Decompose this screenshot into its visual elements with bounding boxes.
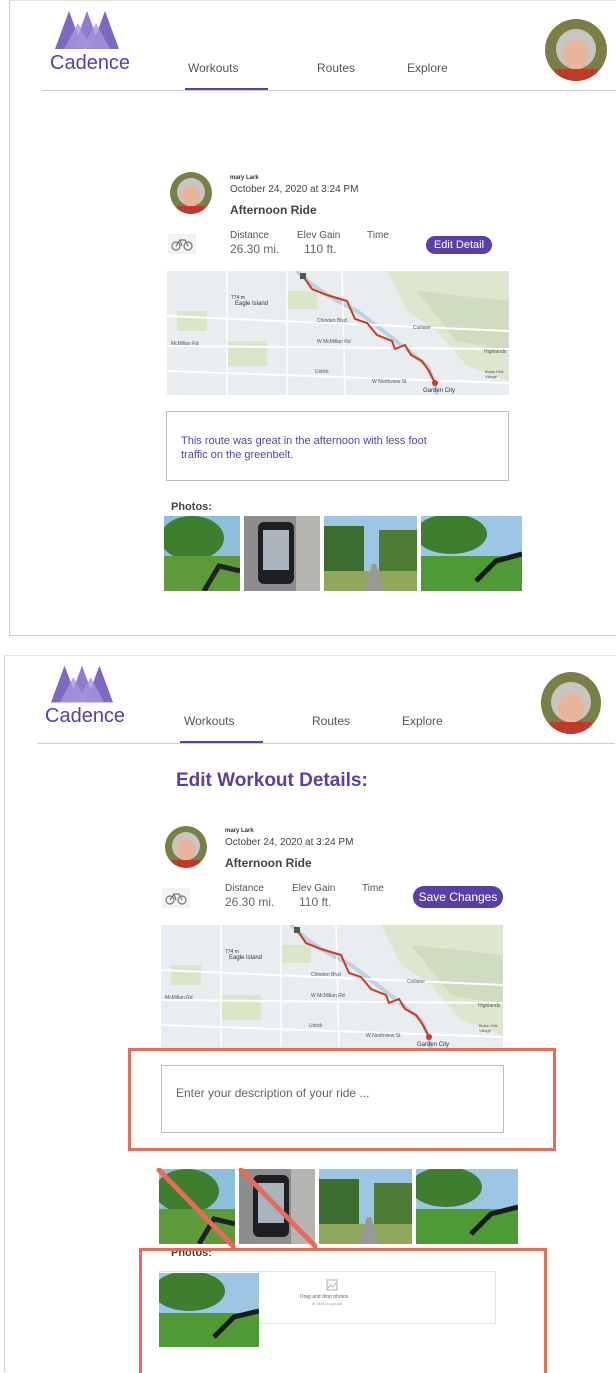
workout-date: October 24, 2020 at 3:24 PM <box>230 184 359 195</box>
upload-subtitle: or click to upload <box>312 1301 343 1306</box>
time-label: Time <box>367 230 389 241</box>
distance-value: 26.30 mi. <box>230 242 280 256</box>
brand-name[interactable]: Cadence <box>45 705 125 728</box>
map-label-boise-hills: Boise Hills Village <box>485 369 504 379</box>
map-label-garden-city: Garden City <box>423 388 456 394</box>
upload-image-icon <box>326 1279 338 1291</box>
map-label-mcmillan-left: McMillan Rd <box>165 995 193 1001</box>
author-avatar <box>170 172 212 214</box>
map-label-mcmillan: W McMillan Rd <box>311 993 345 999</box>
tab-explore[interactable]: Explore <box>407 61 448 75</box>
distance-label: Distance <box>225 883 264 894</box>
nav-divider <box>37 743 615 744</box>
page-heading: Edit Workout Details: <box>176 770 368 791</box>
photo-trail[interactable] <box>324 516 417 591</box>
elev-gain-label: Elev Gain <box>292 883 336 894</box>
tab-workouts[interactable]: Workouts <box>184 714 234 728</box>
distance-value: 26.30 mi. <box>225 895 275 909</box>
time-label: Time <box>362 883 384 894</box>
cadence-logo <box>55 11 119 49</box>
map-label-chinden: Chinden Blvd <box>317 318 347 324</box>
map-label-highlands: Highlands <box>478 1003 501 1009</box>
nav-divider <box>42 90 616 91</box>
bicycle-icon <box>162 888 190 908</box>
avatar-image <box>545 19 607 81</box>
photo-park-bike[interactable] <box>164 516 240 591</box>
workout-detail-view: Cadence Workouts Routes Explore mary Lar… <box>9 0 616 636</box>
route-map[interactable]: 774 m Eagle Island Chinden Blvd W McMill… <box>167 271 509 395</box>
edit-detail-button[interactable]: Edit Detail <box>426 236 492 254</box>
profile-avatar[interactable] <box>545 19 607 81</box>
elev-gain-value: 110 ft. <box>299 895 332 909</box>
photo-park-handlebar[interactable] <box>416 1169 518 1244</box>
upload-title: Drag and drop photos <box>300 1294 349 1300</box>
map-label-boise-hills: Boise Hills Village <box>479 1023 498 1033</box>
map-label-eagle-island: Eagle Island <box>229 955 263 961</box>
map-label-mcmillan: W McMillan Rd <box>317 339 351 345</box>
map-label-ustick: Ustick <box>315 369 329 375</box>
cadence-logo <box>51 665 113 703</box>
photos-label: Photos: <box>171 501 212 513</box>
description-placeholder: Enter your description of your ride ... <box>176 1086 370 1100</box>
route-map-graphic <box>161 925 503 1050</box>
map-label-eagle-island: Eagle Island <box>235 301 269 307</box>
workout-date: October 24, 2020 at 3:24 PM <box>225 837 354 848</box>
strike-through-marks <box>156 1168 318 1248</box>
author-name: mary Lark <box>230 175 259 181</box>
author-avatar <box>165 826 207 868</box>
map-label-chinden: Chinden Blvd <box>311 972 341 978</box>
photo-trail[interactable] <box>319 1169 412 1244</box>
bicycle-icon <box>168 234 196 254</box>
description-input[interactable]: Enter your description of your ride ... <box>161 1065 504 1133</box>
photo-bike-computer[interactable] <box>244 516 320 591</box>
map-label-northview: W Northview St <box>366 1033 401 1039</box>
photo-park-handlebar[interactable] <box>421 516 522 591</box>
route-map-graphic <box>167 271 509 395</box>
map-label-mcmillan-left: McMillan Rd <box>171 341 199 347</box>
avatar-image <box>541 672 601 734</box>
description-box: This route was great in the afternoon wi… <box>166 411 509 481</box>
map-label-northview: W Northview St <box>372 379 407 385</box>
edit-workout-view: Cadence Workouts Routes Explore Edit Wor… <box>4 655 616 1373</box>
brand-name[interactable]: Cadence <box>50 52 130 75</box>
profile-avatar[interactable] <box>541 672 601 734</box>
tab-explore[interactable]: Explore <box>402 714 443 728</box>
tab-routes[interactable]: Routes <box>312 714 350 728</box>
elev-gain-value: 110 ft. <box>304 242 337 256</box>
map-label-highlands: Highlands <box>484 349 507 355</box>
tab-routes[interactable]: Routes <box>317 61 355 75</box>
distance-label: Distance <box>230 230 269 241</box>
map-label-collister: Collister <box>413 325 432 331</box>
save-changes-button[interactable]: Save Changes <box>413 886 503 908</box>
tab-workouts[interactable]: Workouts <box>188 61 238 75</box>
description-text: This route was great in the afternoon wi… <box>181 435 427 461</box>
map-label-collister: Collister <box>407 979 426 985</box>
elev-gain-label: Elev Gain <box>297 230 341 241</box>
workout-title: Afternoon Ride <box>230 203 317 217</box>
route-map[interactable]: 774 m Eagle Island Chinden Blvd W McMill… <box>161 925 503 1050</box>
photo-dragged-preview[interactable] <box>159 1273 259 1347</box>
workout-title: Afternoon Ride <box>225 856 312 870</box>
author-name: mary Lark <box>225 828 254 834</box>
map-label-ustick: Ustick <box>309 1023 323 1029</box>
